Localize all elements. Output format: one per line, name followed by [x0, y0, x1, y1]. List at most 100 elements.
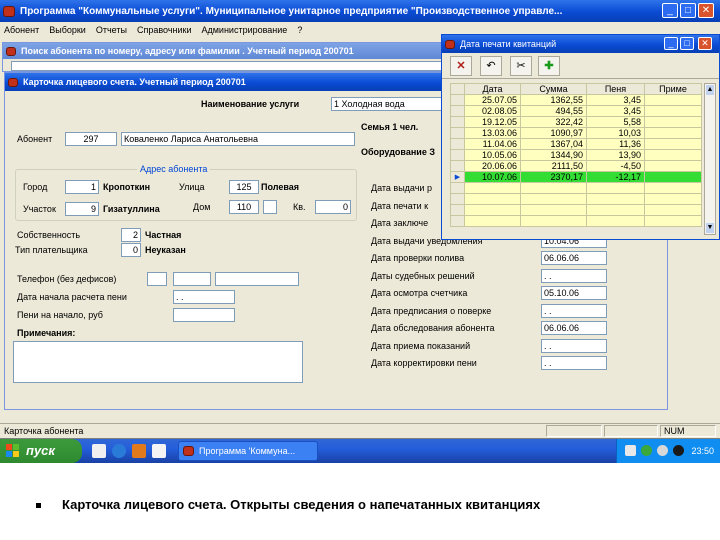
receipt-row[interactable]: ▶ 10.07.06 2370,17 -12,17 [450, 171, 702, 183]
receipt-date[interactable]: 11.04.06 [464, 138, 521, 150]
ownership-code-field[interactable]: 2 [121, 228, 141, 242]
start-button[interactable]: пуск [0, 439, 82, 463]
receipt-row[interactable]: 10.05.06 1344,90 13,90 [450, 149, 702, 161]
quicklaunch-ie-icon[interactable] [112, 444, 126, 458]
receipt-date[interactable]: 02.08.05 [464, 105, 521, 117]
row-indicator[interactable] [450, 182, 465, 194]
col-date[interactable]: Дата [464, 83, 521, 95]
date-field[interactable]: . . [541, 338, 607, 353]
receipt-sum[interactable]: 1344,90 [520, 149, 587, 161]
receipt-note[interactable] [644, 94, 702, 106]
penalty-start-field[interactable] [173, 308, 235, 322]
receipt-sum[interactable]: 494,55 [520, 105, 587, 117]
receipt-date[interactable] [464, 204, 521, 216]
date-field[interactable]: . . [541, 268, 607, 283]
receipt-sum[interactable] [520, 215, 587, 227]
row-indicator[interactable] [450, 193, 465, 205]
receipt-row[interactable]: 13.03.06 1090,97 10,03 [450, 127, 702, 139]
search-input[interactable] [11, 61, 461, 71]
scroll-up-icon[interactable]: ▲ [706, 85, 714, 95]
house-field[interactable]: 110 [229, 200, 259, 214]
date-field[interactable]: . . [541, 356, 607, 370]
receipt-penalty[interactable]: 13,90 [586, 149, 645, 161]
quicklaunch-desktop-icon[interactable] [152, 444, 166, 458]
date-field[interactable]: 05.10.06 [541, 286, 607, 300]
receipt-row[interactable]: 02.08.05 494,55 3,45 [450, 105, 702, 117]
receipt-note[interactable] [644, 105, 702, 117]
receipt-penalty[interactable]: 3,45 [586, 94, 645, 106]
row-indicator[interactable] [450, 204, 465, 216]
menu-reports[interactable]: Отчеты [96, 25, 127, 35]
receipts-close-button[interactable]: ✕ [698, 37, 712, 50]
row-indicator[interactable] [450, 215, 465, 227]
menu-directories[interactable]: Справочники [137, 25, 192, 35]
undo-icon[interactable]: ↶ [480, 56, 502, 76]
phone-prefix-field[interactable] [173, 272, 211, 286]
row-indicator[interactable] [450, 127, 465, 139]
receipts-minimize-button[interactable]: _ [664, 37, 678, 50]
receipts-scrollbar[interactable]: ▲ ▼ [704, 83, 716, 235]
receipt-date[interactable] [464, 215, 521, 227]
row-indicator[interactable] [450, 105, 465, 117]
receipt-row[interactable]: 11.04.06 1367,04 11,36 [450, 138, 702, 150]
quicklaunch-explorer-icon[interactable] [92, 444, 106, 458]
delete-icon[interactable]: ✕ [450, 56, 472, 76]
receipt-note[interactable] [644, 127, 702, 139]
receipt-note[interactable] [644, 160, 702, 172]
tray-app-icon[interactable] [673, 445, 684, 456]
receipt-penalty[interactable] [586, 182, 645, 194]
receipt-sum[interactable]: 2370,17 [520, 171, 587, 183]
main-title-bar[interactable]: Программа "Коммунальные услуги". Муницип… [0, 0, 720, 22]
city-code-field[interactable]: 1 [65, 180, 99, 194]
receipt-note[interactable] [644, 182, 702, 194]
receipt-penalty[interactable] [586, 204, 645, 216]
receipt-date[interactable]: 13.03.06 [464, 127, 521, 139]
receipt-penalty[interactable]: -12,17 [586, 171, 645, 183]
house-suffix-field[interactable] [263, 200, 277, 214]
receipt-sum[interactable]: 2111,50 [520, 160, 587, 172]
receipt-row[interactable]: 25.07.05 1362,55 3,45 [450, 94, 702, 106]
receipt-row[interactable] [450, 193, 702, 205]
receipt-row[interactable]: 20.06.06 2111,50 -4,50 [450, 160, 702, 172]
col-penalty[interactable]: Пеня [586, 83, 645, 95]
subscriber-name-field[interactable]: Коваленко Лариса Анатольевна [121, 132, 355, 146]
row-indicator[interactable]: ▶ [450, 171, 465, 183]
receipt-penalty[interactable] [586, 215, 645, 227]
maximize-button[interactable]: □ [680, 3, 696, 18]
row-indicator[interactable] [450, 149, 465, 161]
receipt-date[interactable]: 20.06.06 [464, 160, 521, 172]
tray-security-icon[interactable] [641, 445, 652, 456]
receipt-note[interactable] [644, 171, 702, 183]
receipt-date[interactable] [464, 182, 521, 194]
phone-number-field[interactable] [215, 272, 299, 286]
receipt-penalty[interactable]: -4,50 [586, 160, 645, 172]
menu-subscriber[interactable]: Абонент [4, 25, 39, 35]
search-title-bar[interactable]: Поиск абонента по номеру, адресу или фам… [3, 43, 471, 59]
receipt-note[interactable] [644, 149, 702, 161]
payer-code-field[interactable]: 0 [121, 243, 141, 257]
receipt-penalty[interactable]: 10,03 [586, 127, 645, 139]
close-button[interactable]: ✕ [698, 3, 714, 18]
col-note[interactable]: Приме [644, 83, 702, 95]
date-field[interactable]: 06.06.06 [541, 321, 607, 335]
row-indicator[interactable] [450, 160, 465, 172]
menu-selections[interactable]: Выборки [49, 25, 86, 35]
receipt-row[interactable] [450, 215, 702, 227]
tray-network-icon[interactable] [625, 445, 636, 456]
subscriber-id-field[interactable]: 297 [65, 132, 117, 146]
receipt-penalty[interactable] [586, 193, 645, 205]
receipt-note[interactable] [644, 116, 702, 128]
tray-volume-icon[interactable] [657, 445, 668, 456]
receipt-note[interactable] [644, 215, 702, 227]
street-code-field[interactable]: 125 [229, 180, 259, 194]
scroll-down-icon[interactable]: ▼ [706, 223, 714, 233]
receipt-note[interactable] [644, 193, 702, 205]
receipt-date[interactable]: 10.07.06 [464, 171, 521, 183]
col-sum[interactable]: Сумма [520, 83, 587, 95]
receipts-maximize-button[interactable]: □ [680, 37, 694, 50]
date-field[interactable]: 06.06.06 [541, 251, 607, 265]
taskbar-program-item[interactable]: Программа 'Коммуна... [178, 441, 318, 461]
phone-code-field[interactable] [147, 272, 167, 286]
receipt-date[interactable]: 19.12.05 [464, 116, 521, 128]
receipt-note[interactable] [644, 138, 702, 150]
